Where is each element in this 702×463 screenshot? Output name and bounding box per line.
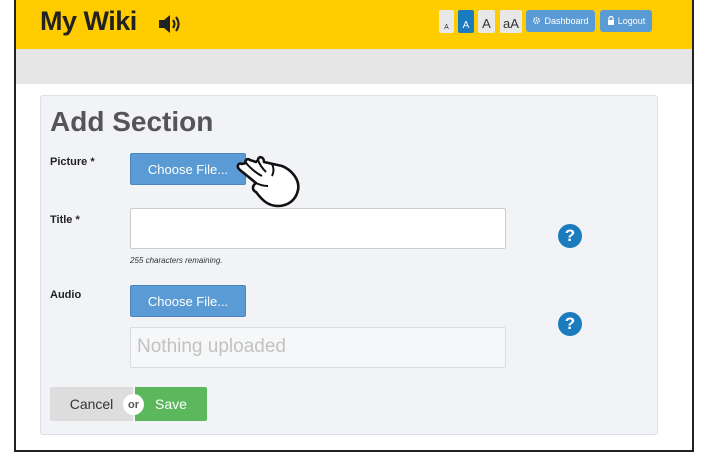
pointer-hand-icon bbox=[234, 150, 304, 217]
add-section-form: Add Section Picture * Choose File... Tit… bbox=[40, 95, 658, 435]
audio-choose-file-button[interactable]: Choose File... bbox=[130, 285, 246, 317]
or-separator: or bbox=[123, 394, 144, 415]
sub-navigation-bar bbox=[16, 49, 692, 84]
speaker-icon[interactable] bbox=[157, 13, 184, 40]
logout-button[interactable]: Logout bbox=[600, 10, 652, 32]
app-logo[interactable]: My Wiki bbox=[40, 6, 137, 37]
dashboard-label: Dashboard bbox=[544, 16, 589, 26]
characters-remaining: 255 characters remaining. bbox=[130, 256, 223, 265]
dashboard-button[interactable]: Dashboard bbox=[526, 10, 595, 32]
font-size-medium-label: A bbox=[462, 20, 470, 31]
gear-icon bbox=[532, 16, 541, 27]
page-title: Add Section bbox=[50, 106, 214, 137]
font-size-large-button[interactable]: A bbox=[478, 10, 495, 33]
font-size-toggle-button[interactable]: aA bbox=[500, 10, 522, 33]
audio-status-field: Nothing uploaded bbox=[130, 327, 506, 368]
font-size-large-label: A bbox=[482, 16, 491, 31]
title-help-icon[interactable]: ? bbox=[558, 224, 582, 248]
cancel-button[interactable]: Cancel bbox=[50, 387, 133, 421]
audio-help-icon[interactable]: ? bbox=[558, 312, 582, 336]
title-label: Title * bbox=[50, 214, 80, 226]
top-bar: My Wiki A A A aA Dashboard Logout bbox=[16, 0, 692, 49]
font-size-small-button[interactable]: A bbox=[439, 10, 454, 33]
font-size-toggle-label: aA bbox=[503, 16, 519, 31]
picture-choose-file-button[interactable]: Choose File... bbox=[130, 153, 246, 185]
app-frame: My Wiki A A A aA Dashboard Logout Add Se… bbox=[14, 0, 694, 452]
logout-label: Logout bbox=[617, 16, 646, 26]
audio-label: Audio bbox=[50, 289, 82, 301]
save-button[interactable]: Save bbox=[135, 387, 207, 421]
picture-label: Picture * bbox=[50, 156, 95, 168]
title-input[interactable] bbox=[130, 208, 506, 249]
lock-icon bbox=[607, 15, 615, 27]
font-size-medium-button[interactable]: A bbox=[458, 10, 474, 33]
font-size-small-label: A bbox=[444, 24, 449, 31]
